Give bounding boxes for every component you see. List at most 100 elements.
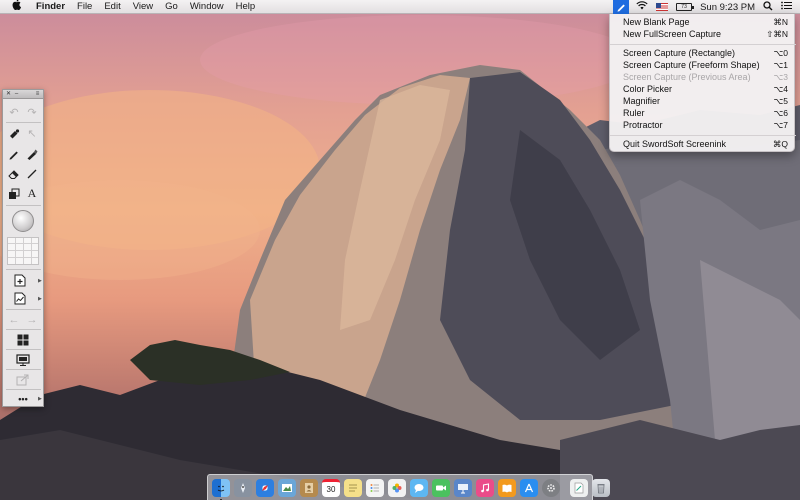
menu-item-capture-previous-area: Screen Capture (Previous Area) ⌥3 — [610, 71, 796, 83]
back-arrow-icon[interactable]: ← — [5, 311, 23, 328]
menu-item-ruler[interactable]: Ruler ⌥6 — [610, 107, 796, 119]
menu-item-shortcut: ⌥4 — [773, 84, 788, 94]
menu-item-magnifier[interactable]: Magnifier ⌥5 — [610, 95, 796, 107]
text-tool-icon[interactable]: A — [23, 185, 41, 202]
highlighter-tool-icon[interactable] — [5, 125, 23, 142]
us-flag-icon[interactable] — [656, 3, 669, 11]
contacts-icon[interactable] — [300, 478, 318, 497]
palette-title-bar[interactable]: ✕ – ≡ — [3, 90, 43, 99]
battery-label: 73 — [681, 4, 687, 10]
menu-help[interactable]: Help — [230, 0, 262, 14]
menu-view[interactable]: View — [127, 0, 159, 14]
minimize-icon[interactable]: – — [13, 91, 20, 97]
page-grid-icon[interactable] — [5, 331, 41, 348]
reminders-icon[interactable] — [366, 478, 384, 497]
menu-item-shortcut: ⌥0 — [773, 48, 788, 58]
color-swatch-grid[interactable] — [7, 237, 39, 265]
menu-separator — [610, 44, 796, 45]
more-options-icon[interactable]: ••• — [5, 390, 41, 407]
menu-item-label: Screen Capture (Freeform Shape) — [623, 60, 760, 70]
clock[interactable]: Sun 9:23 PM — [700, 2, 755, 13]
screenink-pen-icon[interactable] — [613, 0, 630, 14]
menu-item-shortcut: ⌥1 — [773, 60, 788, 70]
marker-tool-icon[interactable] — [23, 145, 41, 162]
trash-icon[interactable] — [592, 478, 610, 497]
facetime-icon[interactable] — [432, 478, 450, 497]
chevron-right-icon: ▶ — [38, 296, 42, 302]
launchpad-icon[interactable] — [234, 478, 252, 497]
menu-item-capture-freeform[interactable]: Screen Capture (Freeform Shape) ⌥1 — [610, 59, 796, 71]
menu-item-shortcut: ⌘Q — [772, 139, 788, 149]
ibooks-icon[interactable] — [498, 478, 516, 497]
menu-item-new-fullscreen-capture[interactable]: New FullScreen Capture ⇧⌘N — [610, 28, 796, 40]
stroke-size-knob[interactable] — [12, 210, 34, 232]
menu-item-color-picker[interactable]: Color Picker ⌥4 — [610, 83, 796, 95]
keynote-icon[interactable] — [454, 478, 472, 497]
forward-arrow-icon[interactable]: → — [23, 311, 41, 328]
menu-item-new-blank-page[interactable]: New Blank Page ⌘N — [610, 16, 796, 28]
undo-icon[interactable]: ↶ — [5, 104, 23, 121]
palette-divider — [6, 269, 41, 270]
preview-icon[interactable] — [278, 478, 296, 497]
wifi-icon[interactable] — [636, 1, 648, 13]
palette-menu-icon[interactable]: ≡ — [34, 91, 41, 97]
menu-separator — [610, 135, 796, 136]
menu-item-label: Screen Capture (Rectangle) — [623, 48, 736, 58]
photos-icon[interactable] — [388, 478, 406, 497]
chart-page-icon[interactable] — [11, 290, 29, 307]
menu-file[interactable]: File — [71, 0, 98, 14]
app-store-icon[interactable] — [520, 478, 538, 497]
notification-center-icon[interactable] — [781, 1, 792, 13]
menu-item-capture-rectangle[interactable]: Screen Capture (Rectangle) ⌥0 — [610, 47, 796, 59]
notes-icon[interactable] — [344, 478, 362, 497]
chevron-right-icon: ▶ — [38, 278, 42, 284]
menu-item-quit[interactable]: Quit SwordSoft Screenink ⌘Q — [610, 138, 796, 150]
safari-icon[interactable] — [256, 478, 274, 497]
menu-item-label: Protractor — [623, 120, 663, 130]
menu-edit[interactable]: Edit — [98, 0, 126, 14]
present-icon[interactable] — [5, 351, 41, 368]
menu-extras: 73 Sun 9:23 PM — [610, 0, 796, 14]
pointer-tool-icon[interactable]: ↖ — [23, 125, 41, 142]
menu-window[interactable]: Window — [184, 0, 230, 14]
palette-divider — [6, 349, 41, 350]
menu-item-shortcut: ⌥7 — [773, 120, 788, 130]
share-icon[interactable] — [5, 371, 41, 388]
battery-icon[interactable]: 73 — [676, 3, 695, 11]
messages-icon[interactable] — [410, 478, 428, 497]
menu-item-label: Color Picker — [623, 84, 673, 94]
eraser-tool-icon[interactable] — [5, 165, 23, 182]
system-preferences-icon[interactable] — [542, 478, 560, 497]
spotlight-icon[interactable] — [763, 0, 773, 14]
finder-icon[interactable] — [212, 478, 230, 500]
menu-item-label: Ruler — [623, 108, 645, 118]
menu-item-label: Screen Capture (Previous Area) — [623, 72, 751, 82]
menu-item-label: Quit SwordSoft Screenink — [623, 139, 727, 149]
menu-item-label: New Blank Page — [623, 17, 690, 27]
redo-icon[interactable]: ↷ — [23, 104, 41, 121]
palette-divider — [6, 309, 41, 310]
calendar-icon[interactable]: 30 — [322, 478, 340, 497]
palette-divider — [6, 122, 41, 123]
new-page-icon[interactable] — [11, 272, 29, 289]
menu-go[interactable]: Go — [159, 0, 184, 14]
menu-item-protractor[interactable]: Protractor ⌥7 — [610, 119, 796, 131]
menu-item-shortcut: ⌥6 — [773, 108, 788, 118]
screenink-menu: New Blank Page ⌘N New FullScreen Capture… — [609, 14, 796, 152]
close-icon[interactable]: ✕ — [5, 91, 12, 97]
apple-icon[interactable] — [10, 0, 22, 14]
tool-palette[interactable]: ✕ – ≡ ↶ ↷ ↖ A ▶ ▶ ← → ••• ▶ — [2, 89, 44, 407]
chevron-right-icon: ▶ — [38, 396, 42, 402]
itunes-icon[interactable] — [476, 478, 494, 497]
dock: 30 — [207, 474, 610, 500]
stamp-tool-icon[interactable] — [5, 185, 23, 202]
screenink-doc-icon[interactable] — [570, 478, 588, 497]
menu-finder[interactable]: Finder — [32, 0, 71, 14]
menu-bar: Finder File Edit View Go Window Help 73 … — [0, 0, 800, 14]
menu-item-label: New FullScreen Capture — [623, 29, 722, 39]
palette-divider — [6, 369, 41, 370]
menu-item-shortcut: ⌥5 — [773, 96, 788, 106]
menu-item-shortcut: ⌥3 — [773, 72, 788, 82]
line-tool-icon[interactable] — [23, 165, 41, 182]
pen-tool-icon[interactable] — [5, 145, 23, 162]
